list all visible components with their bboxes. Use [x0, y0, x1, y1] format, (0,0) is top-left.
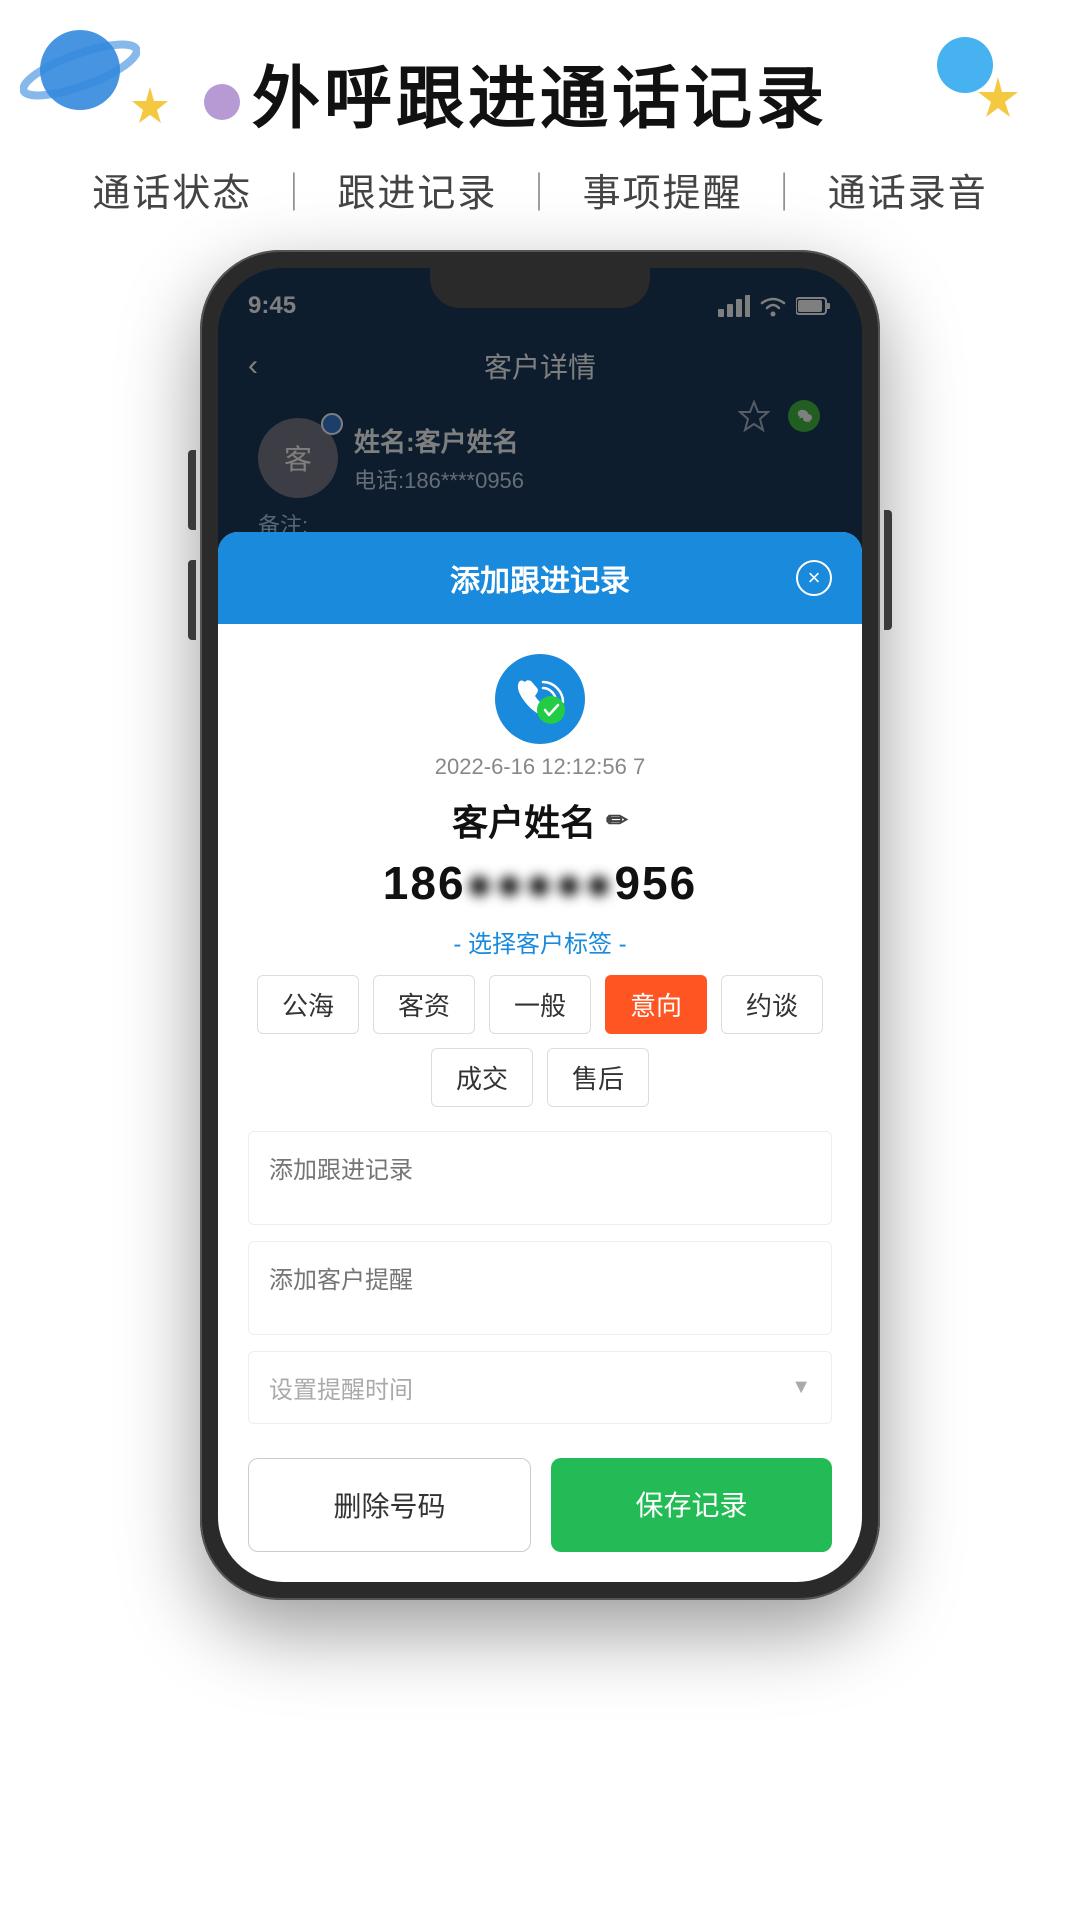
reminder-time-select[interactable]: 设置提醒时间 ▼	[248, 1351, 832, 1424]
add-follow-modal: 添加跟进记录 × 20	[218, 532, 862, 1582]
select-tag-label[interactable]: - 选择客户标签 -	[453, 924, 626, 959]
modal-customer-name-row: 客户姓名 ✏	[452, 794, 628, 846]
subtitle-part-2: 跟进记录	[337, 173, 497, 215]
phone-frame: 9:45	[200, 250, 880, 1600]
subtitle: 通话状态 ｜ 跟进记录 ｜ 事项提醒 ｜ 通话录音	[92, 162, 987, 217]
modal-close-button[interactable]: ×	[796, 560, 832, 596]
page-title: 外呼跟进通话记录	[252, 43, 828, 142]
phone-call-icon	[515, 674, 565, 724]
call-datetime: 2022-6-16 12:12:56 7	[435, 754, 645, 780]
modal-tag-kezi[interactable]: 客资	[373, 975, 475, 1034]
subtitle-part-4: 通话录音	[828, 173, 988, 215]
star-left-decoration	[130, 85, 170, 130]
modal-phone-number: 186●●●●●956	[383, 856, 697, 910]
header-area: 外呼跟进通话记录 通话状态 ｜ 跟进记录 ｜ 事项提醒 ｜ 通话录音	[0, 0, 1080, 220]
phone-mockup: 9:45	[200, 250, 880, 1600]
modal-tag-yiban[interactable]: 一般	[489, 975, 591, 1034]
modal-customer-name: 客户姓名	[452, 794, 596, 846]
modal-tag-gonghui[interactable]: 公海	[257, 975, 359, 1034]
subtitle-part-1: 通话状态	[92, 173, 252, 215]
call-icon-circle	[495, 654, 585, 744]
delete-number-button[interactable]: 删除号码	[248, 1458, 531, 1552]
modal-tag-yixiang[interactable]: 意向	[605, 975, 707, 1034]
modal-action-buttons: 删除号码 保存记录	[248, 1458, 832, 1552]
modal-tag-yuetan[interactable]: 约谈	[721, 975, 823, 1034]
save-record-button[interactable]: 保存记录	[551, 1458, 832, 1552]
customer-reminder-input[interactable]	[248, 1241, 832, 1335]
phone-display: 186●●●●●956	[383, 857, 697, 909]
reminder-time-placeholder: 设置提醒时间	[269, 1370, 413, 1405]
phone-button-volume-down	[188, 560, 196, 640]
phone-screen: 9:45	[218, 268, 862, 1582]
modal-title: 添加跟进记录	[284, 556, 796, 600]
modal-body: 2022-6-16 12:12:56 7 客户姓名 ✏ 186●●●●●956 …	[218, 624, 862, 1582]
phone-notch	[430, 268, 650, 308]
phone-button-power	[884, 510, 892, 630]
follow-record-input[interactable]	[248, 1131, 832, 1225]
subtitle-part-3: 事项提醒	[583, 173, 743, 215]
subtitle-divider-1: ｜	[275, 173, 315, 215]
edit-name-icon[interactable]: ✏	[606, 805, 628, 836]
subtitle-divider-2: ｜	[520, 173, 560, 215]
dropdown-arrow-icon: ▼	[791, 1376, 811, 1399]
phone-button-volume-up	[188, 450, 196, 530]
modal-tag-chengjiao[interactable]: 成交	[431, 1048, 533, 1107]
planet-purple-decoration	[200, 80, 244, 129]
star-right-decoration	[976, 75, 1020, 124]
modal-tags-row: 公海 客资 一般 意向 约谈 成交 售后	[248, 975, 832, 1107]
planet-left-decoration	[20, 10, 140, 135]
modal-tag-shouhou[interactable]: 售后	[547, 1048, 649, 1107]
modal-header: 添加跟进记录 ×	[218, 532, 862, 624]
subtitle-divider-3: ｜	[765, 173, 805, 215]
